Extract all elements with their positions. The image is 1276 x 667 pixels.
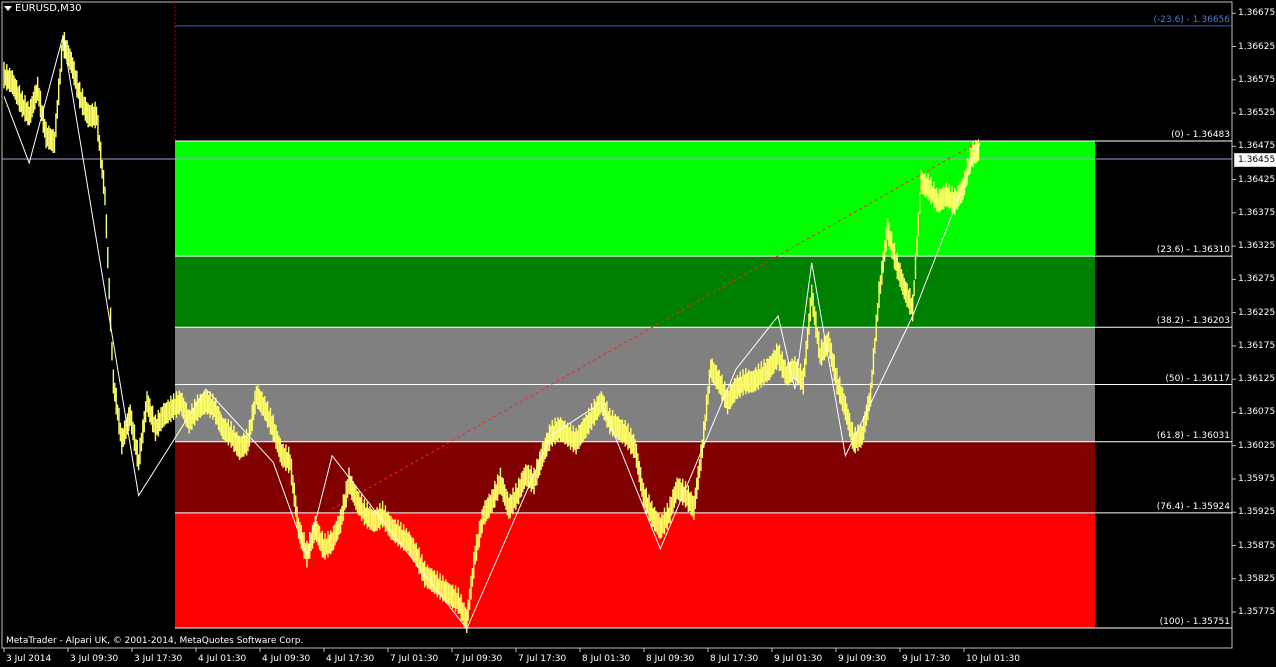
time-tick-label: 4 Jul 09:30	[262, 654, 311, 664]
price-tick-label: 1.36575	[1238, 74, 1276, 85]
price-tick-label: 1.36175	[1238, 340, 1276, 351]
price-tick-label: 1.36425	[1238, 174, 1276, 185]
time-tick-label: 7 Jul 01:30	[390, 654, 439, 664]
price-tick-label: 1.36475	[1238, 141, 1276, 152]
fib-level-label: (38.2) - 1.36203	[1156, 316, 1230, 327]
fib-level-label: (61.8) - 1.36031	[1156, 430, 1230, 441]
current-price-badge: 1.36455	[1234, 153, 1276, 167]
fib-level-label: (-23.6) - 1.36656	[1153, 14, 1231, 25]
price-tick-label: 1.36675	[1238, 8, 1276, 19]
price-tick-label: 1.36625	[1238, 41, 1276, 52]
time-tick-label: 4 Jul 01:30	[198, 654, 247, 664]
price-tick-label: 1.35975	[1238, 473, 1276, 484]
fib-level-label: (23.6) - 1.36310	[1156, 245, 1230, 256]
symbol-label: EURUSD,M30	[15, 3, 82, 14]
time-tick-label: 8 Jul 09:30	[646, 654, 695, 664]
time-tick-label: 10 Jul 01:30	[966, 654, 1020, 664]
dropdown-arrow-icon[interactable]	[4, 6, 12, 11]
time-tick-label: 3 Jul 09:30	[70, 654, 119, 664]
fib-level-label: (100) - 1.35751	[1159, 617, 1230, 627]
fib-level-label: (76.4) - 1.35924	[1156, 501, 1230, 512]
price-tick-label: 1.36375	[1238, 207, 1276, 218]
time-tick-label: 9 Jul 01:30	[774, 654, 823, 664]
price-tick-label: 1.35925	[1238, 507, 1276, 518]
price-tick-label: 1.36125	[1238, 374, 1276, 385]
price-tick-label: 1.36325	[1238, 241, 1276, 252]
price-tick-label: 1.35775	[1238, 607, 1276, 618]
time-tick-label: 9 Jul 09:30	[838, 654, 887, 664]
price-tick-label: 1.36075	[1238, 407, 1276, 418]
time-tick-label: 9 Jul 17:30	[902, 654, 951, 664]
fib-level-label: (0) - 1.36483	[1171, 130, 1230, 140]
time-tick-label: 7 Jul 17:30	[518, 654, 567, 664]
price-tick-label: 1.36275	[1238, 274, 1276, 285]
time-tick-label: 3 Jul 2014	[6, 654, 52, 664]
copyright-text: MetaTrader - Alpari UK, © 2001-2014, Met…	[6, 636, 304, 646]
fib-level-label: (50) - 1.36117	[1165, 373, 1230, 384]
price-tick-label: 1.36225	[1238, 307, 1276, 318]
chart-plot-area[interactable]	[0, 0, 1276, 667]
time-tick-label: 7 Jul 09:30	[454, 654, 503, 664]
price-tick-label: 1.36025	[1238, 440, 1276, 451]
price-tick-label: 1.36525	[1238, 108, 1276, 119]
price-tick-label: 1.35875	[1238, 540, 1276, 551]
chart-window[interactable]: EURUSD,M30 (-23.6) - 1.36656 (0) - 1.3648…	[0, 0, 1276, 667]
time-tick-label: 3 Jul 17:30	[134, 654, 183, 664]
time-tick-label: 8 Jul 01:30	[582, 654, 631, 664]
fib-zone-1	[175, 256, 1095, 328]
price-tick-label: 1.35825	[1238, 573, 1276, 584]
time-tick-label: 4 Jul 17:30	[326, 654, 375, 664]
symbol-header: EURUSD,M30	[4, 3, 81, 14]
time-tick-label: 8 Jul 17:30	[710, 654, 759, 664]
